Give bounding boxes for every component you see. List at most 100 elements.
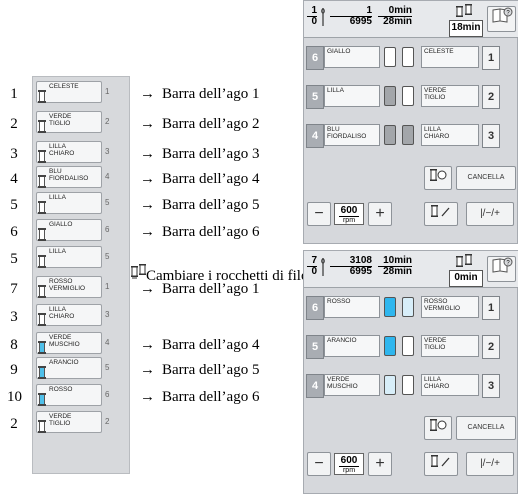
needle-number-button[interactable]: 2 <box>482 335 500 359</box>
needle-color-label[interactable]: CELESTE <box>421 46 479 68</box>
needle-number-button[interactable]: 5 <box>306 85 324 109</box>
spool-icon <box>402 297 414 317</box>
thread-color-name: LILLA <box>49 248 66 255</box>
thread-color-button[interactable]: ARANCIO <box>36 357 102 379</box>
needle-bar-assignment: → Barra dell’ago 2 <box>140 116 259 132</box>
thread-color-button[interactable]: BLU FIORDALISO <box>36 166 102 188</box>
thread-color-button[interactable]: CELESTE <box>36 81 102 103</box>
needle-color-label[interactable]: VERDE MUSCHIO <box>324 374 380 396</box>
needle-color-label[interactable]: VERDE TIGLIO <box>421 85 479 107</box>
thread-color-button[interactable]: LILLA <box>36 192 102 214</box>
cancel-button[interactable]: CANCELLA <box>456 416 516 440</box>
needle-bar-label: Barra dell’ago 6 <box>162 389 260 405</box>
spool-icon <box>402 336 414 356</box>
sequence-order-number: 2 <box>10 116 18 132</box>
speed-decrease-button[interactable]: − <box>307 452 331 476</box>
help-button[interactable]: ? <box>487 256 516 282</box>
spool-icon <box>38 201 46 214</box>
needle-number-button[interactable]: 6 <box>306 46 324 70</box>
spool-icon <box>38 90 46 103</box>
thread-color-name: LILLA CHIARO <box>49 143 75 157</box>
sequence-row: ARANCIO 5 <box>33 356 129 380</box>
help-button[interactable]: ? <box>487 6 516 32</box>
thread-color-name: CELESTE <box>49 83 79 90</box>
thread-info-button[interactable] <box>424 166 452 190</box>
needle-bar-label: Barra dell’ago 6 <box>162 224 260 240</box>
arrow-icon: → <box>140 86 155 102</box>
spool-icon <box>384 86 396 106</box>
thread-color-name: ARANCIO <box>49 359 79 366</box>
needle-number-button[interactable]: 3 <box>482 124 500 148</box>
thread-color-button[interactable]: VERDE TIGLIO <box>36 411 102 433</box>
arrow-icon: → <box>140 337 155 353</box>
sequence-order-number: 1 <box>10 86 18 102</box>
needle-number-button[interactable]: 5 <box>306 335 324 359</box>
needle-number-button[interactable]: 6 <box>306 296 324 320</box>
sequence-row: GIALLO 6 <box>33 218 129 242</box>
needle-color-label[interactable]: VERDE TIGLIO <box>421 335 479 357</box>
thread-color-button[interactable]: VERDE MUSCHIO <box>36 332 102 354</box>
needle-number: 1 <box>105 282 110 291</box>
thread-color-button[interactable]: ROSSO <box>36 384 102 406</box>
needle-color-label[interactable]: ROSSO <box>324 296 380 318</box>
needle-number-button[interactable]: 3 <box>482 374 500 398</box>
status-bar: 10 1 6995 0min 28min 18min ? <box>304 1 518 38</box>
needle-bar-label: Barra dell’ago 2 <box>162 116 260 132</box>
needle-bar-assignment: → Barra dell’ago 4 <box>140 171 259 187</box>
thread-cutter-button[interactable] <box>424 452 458 476</box>
spool-icon <box>402 375 414 395</box>
needle-number-button[interactable]: 4 <box>306 374 324 398</box>
needle-number-button[interactable]: 4 <box>306 124 324 148</box>
needle-bar-assignment: → Barra dell’ago 1 <box>140 86 259 102</box>
thread-color-name: LILLA CHIARO <box>49 306 75 320</box>
sequence-row: LILLA CHIARO 3 <box>33 303 129 327</box>
needle-bar-assignment: → Barra dell’ago 5 <box>140 362 259 378</box>
thread-color-button[interactable]: LILLA CHIARO <box>36 141 102 163</box>
needle-color-label[interactable]: LILLA CHIARO <box>421 124 479 146</box>
thread-cutter-button[interactable] <box>424 202 458 226</box>
needle-bar-label: Barra dell’ago 5 <box>162 197 260 213</box>
needle-number: 2 <box>105 117 110 126</box>
spool-icon <box>402 47 414 67</box>
speed-increase-button[interactable]: + <box>368 452 392 476</box>
sewing-speed-display: 600 rpm <box>334 453 364 475</box>
spool-icon <box>38 285 46 298</box>
spool-change-icon <box>456 254 472 267</box>
needle-color-label[interactable]: BLU FIORDALISO <box>324 124 380 146</box>
needle-color-label[interactable]: LILLA CHIARO <box>421 374 479 396</box>
needle-number-button[interactable]: 1 <box>482 46 500 70</box>
book-help-icon: ? <box>492 7 512 23</box>
stitch-counter: 1 6995 <box>330 6 372 27</box>
thread-color-button[interactable]: GIALLO <box>36 219 102 241</box>
thread-color-button[interactable]: LILLA CHIARO <box>36 304 102 326</box>
needle-color-label[interactable]: ARANCIO <box>324 335 380 357</box>
spool-icon <box>38 341 46 354</box>
speed-decrease-button[interactable]: − <box>307 202 331 226</box>
needle-number-button[interactable]: 2 <box>482 85 500 109</box>
needle-color-label[interactable]: ROSSO VERMIGLIO <box>421 296 479 318</box>
needle-number: 5 <box>105 198 110 207</box>
spool-info-icon <box>430 169 447 181</box>
thread-color-button[interactable]: VERDE TIGLIO <box>36 111 102 133</box>
speed-unit: rpm <box>342 467 356 474</box>
sequence-row: ROSSO 6 <box>33 383 129 407</box>
thread-color-button[interactable]: ROSSO VERMIGLIO <box>36 276 102 298</box>
needle-number: 1 <box>105 87 110 96</box>
sequence-order-number: 9 <box>10 362 18 378</box>
speed-increase-button[interactable]: + <box>368 202 392 226</box>
color-counter: 10 <box>307 6 317 27</box>
cancel-button[interactable]: CANCELLA <box>456 166 516 190</box>
needle-adjust-button[interactable]: |/−/+ <box>466 452 514 476</box>
needle-adjust-button[interactable]: |/−/+ <box>466 202 514 226</box>
thread-color-name: BLU FIORDALISO <box>49 168 89 182</box>
needle-color-label[interactable]: LILLA <box>324 85 380 107</box>
thread-color-name: VERDE MUSCHIO <box>49 334 80 348</box>
sequence-row: ROSSO VERMIGLIO 1 <box>33 275 129 299</box>
arrow-icon: → <box>140 362 155 378</box>
thread-color-button[interactable]: LILLA <box>36 246 102 268</box>
spool-cut-icon <box>431 205 450 217</box>
thread-info-button[interactable] <box>424 416 452 440</box>
needle-number-button[interactable]: 1 <box>482 296 500 320</box>
sequence-row: LILLA CHIARO 3 <box>33 140 129 164</box>
needle-color-label[interactable]: GIALLO <box>324 46 380 68</box>
